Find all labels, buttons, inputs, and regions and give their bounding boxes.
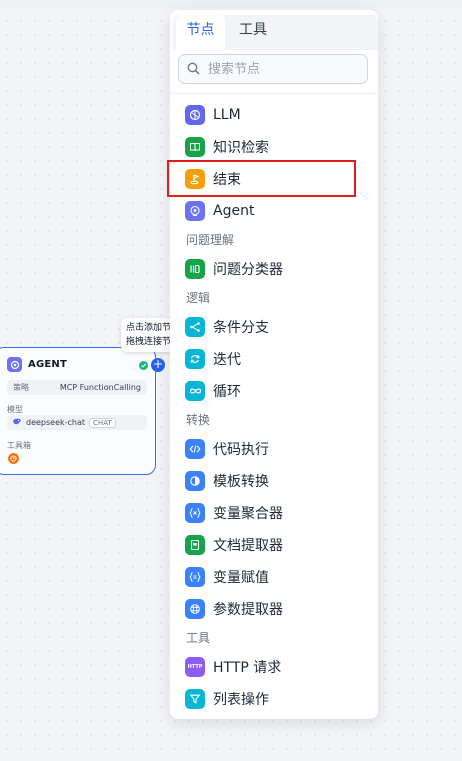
node-item-http-request[interactable]: HTTP HTTP 请求 [185, 657, 281, 677]
http-icon: HTTP [185, 657, 205, 677]
node-item-label: 循环 [213, 384, 241, 400]
model-row: deepseek-chat CHAT [7, 415, 147, 430]
node-item-iteration[interactable]: 迭代 [185, 349, 241, 369]
add-node-plus-icon[interactable]: + [151, 358, 165, 372]
node-item-label: 条件分支 [213, 320, 269, 336]
tab-nodes[interactable]: 节点 [176, 15, 225, 50]
search-input[interactable] [206, 60, 370, 78]
node-item-template-transform[interactable]: 模板转换 [185, 471, 269, 491]
tool-clock-icon [8, 453, 19, 464]
search-box[interactable] [178, 54, 370, 84]
node-item-code[interactable]: 代码执行 [185, 439, 269, 459]
section-understanding: 问题理解 [186, 233, 235, 247]
agent-node[interactable]: AGENT + 策略 MCP FunctionCalling 模型 deepse… [0, 347, 165, 475]
tooltip-line-2: 拖拽连接节 [126, 337, 172, 347]
node-item-list-operator[interactable]: 列表操作 [185, 689, 269, 709]
model-tag: CHAT [89, 417, 116, 428]
infinity-icon [185, 381, 205, 401]
node-item-label: 变量聚合器 [213, 506, 283, 522]
highlight-box [167, 160, 356, 197]
node-item-knowledge-retrieval[interactable]: 知识检索 [185, 137, 269, 157]
filter-icon [185, 689, 205, 709]
node-item-label: 模板转换 [213, 474, 269, 490]
branch-icon [185, 317, 205, 337]
node-item-doc-extractor[interactable]: 文档提取器 [185, 535, 283, 555]
node-item-loop[interactable]: 循环 [185, 381, 241, 401]
node-item-label: 参数提取器 [213, 602, 283, 618]
node-item-variable-aggregator[interactable]: 变量聚合器 [185, 503, 283, 523]
add-node-tooltip: 点击添加节 拖拽连接节 [121, 318, 173, 352]
code-icon [185, 439, 205, 459]
node-item-label: 问题分类器 [213, 262, 283, 278]
success-check-icon [139, 361, 148, 370]
node-item-label: 迭代 [213, 352, 241, 368]
section-tools: 工具 [186, 631, 211, 645]
node-item-label: LLM [213, 107, 241, 123]
node-selector-panel: 节点 工具 LLM 知识检索 结束 Agent 问题理解 [167, 10, 378, 719]
llm-icon [185, 105, 205, 125]
node-item-label: 变量赋值 [213, 570, 269, 586]
book-icon [185, 137, 205, 157]
node-item-agent[interactable]: Agent [185, 201, 254, 221]
parameter-grid-icon [185, 599, 205, 619]
node-item-if-else[interactable]: 条件分支 [185, 317, 269, 337]
strategy-key: 策略 [13, 383, 29, 392]
node-item-label: HTTP 请求 [213, 660, 282, 676]
iteration-icon [185, 349, 205, 369]
agent-node-title: AGENT [28, 359, 67, 370]
node-item-label: 代码执行 [213, 442, 269, 458]
node-item-label: Agent [213, 203, 255, 219]
node-item-label: 列表操作 [213, 692, 269, 708]
model-name: deepseek-chat [26, 418, 86, 427]
deepseek-whale-icon [12, 417, 22, 429]
node-item-label: 知识检索 [213, 140, 269, 156]
model-label: 模型 [7, 405, 23, 414]
document-icon [185, 535, 205, 555]
node-item-parameter-extractor[interactable]: 参数提取器 [185, 599, 283, 619]
top-bar [0, 0, 462, 8]
section-transform: 转换 [186, 413, 211, 427]
strategy-row: 策略 MCP FunctionCalling [7, 380, 147, 395]
node-item-variable-assigner[interactable]: 变量赋值 [185, 567, 269, 587]
search-icon [187, 60, 200, 79]
section-logic: 逻辑 [186, 291, 211, 305]
node-item-label: 文档提取器 [213, 538, 283, 554]
panel-divider [170, 93, 378, 94]
node-item-llm[interactable]: LLM [185, 105, 241, 125]
classifier-icon [185, 259, 205, 279]
agent-icon [7, 357, 22, 372]
variable-braces-icon [185, 503, 205, 523]
assign-braces-icon [185, 567, 205, 587]
tab-tools[interactable]: 工具 [231, 15, 275, 50]
template-icon [185, 471, 205, 491]
tools-label: 工具箱 [7, 441, 31, 450]
node-item-question-classifier[interactable]: 问题分类器 [185, 259, 283, 279]
agent-node-header: AGENT [7, 357, 67, 372]
tooltip-line-1: 点击添加节 [126, 323, 172, 333]
agent-icon [185, 201, 205, 221]
panel-tabs: 节点 工具 [173, 15, 378, 50]
strategy-value: MCP FunctionCalling [59, 383, 141, 392]
